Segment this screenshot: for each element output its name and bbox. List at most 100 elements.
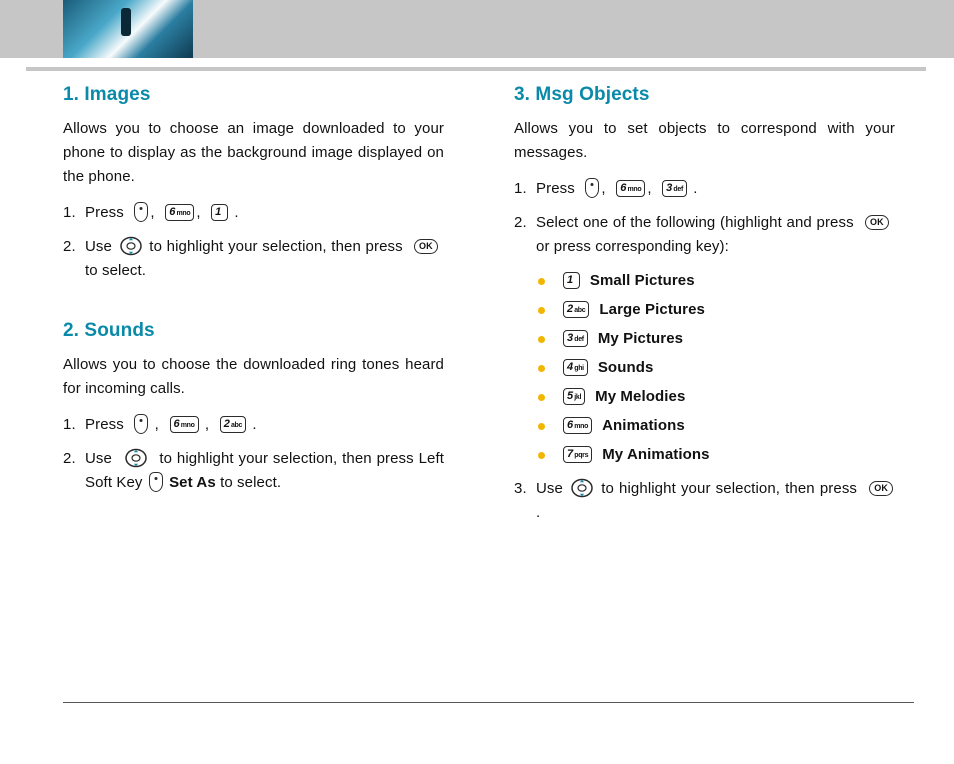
sounds-step-1: 1. Press , 6mno , 2abc . [63,413,444,437]
bullet-icon [538,307,545,314]
images-step-2: 2. Use to highlight your selection, then… [63,235,444,283]
key-3: 3def [563,330,588,347]
msg-step-3: 3. Use to highlight your selection, then… [514,477,895,525]
step-number: 1. [63,201,85,225]
period: . [234,204,238,221]
step-body: Press , 6mno, 1 . [85,201,444,225]
option-label: Sounds [598,356,654,380]
manual-page: 1. Images Allows you to choose an image … [0,0,954,764]
press-label: Press [536,180,575,197]
nav-key-icon [125,448,147,468]
left-soft-key-icon [134,414,148,434]
text: or press corresponding key): [536,238,729,255]
msg-step-2: 2. Select one of the following (highligh… [514,211,895,259]
comma: , [155,416,159,433]
section-sounds-title: 2. Sounds [63,319,444,343]
text: to highlight your selection, then press [149,238,402,255]
use-label: Use [85,238,112,255]
key-6: 6mno [563,417,592,434]
bullet-icon [538,278,545,285]
text: to select. [220,474,281,491]
section-sounds-intro: Allows you to choose the downloaded ring… [63,353,444,401]
section-images-title: 1. Images [63,83,444,107]
option-animations: 6mno Animations [538,414,895,438]
comma: , [647,180,651,197]
key-2: 2abc [563,301,589,318]
header-photo [63,0,193,58]
set-as-label: Set As [169,474,216,491]
footer-rule [63,702,914,703]
key-1: 1 [563,272,580,289]
bullet-icon [538,452,545,459]
option-my-pictures: 3def My Pictures [538,327,895,351]
right-column: 3. Msg Objects Allows you to set objects… [514,83,895,535]
step-number: 2. [63,235,85,283]
option-large-pictures: 2abc Large Pictures [538,298,895,322]
step-body: Press , 6mno , 2abc . [85,413,444,437]
press-label: Press [85,204,124,221]
key-5: 5jkl [563,388,585,405]
key-1: 1 [211,204,228,221]
section-msg-intro: Allows you to set objects to correspond … [514,117,895,165]
text: Select one of the following (highlight a… [536,214,854,231]
key-6: 6mno [616,180,645,197]
bullet-icon [538,336,545,343]
option-small-pictures: 1 Small Pictures [538,269,895,293]
key-4: 4ghi [563,359,588,376]
step-number: 1. [514,177,536,201]
option-label: Small Pictures [590,269,695,293]
bullet-icon [538,365,545,372]
header-rule [26,67,926,71]
option-my-animations: 7pqrs My Animations [538,443,895,467]
comma: , [150,204,154,221]
comma: , [196,204,200,221]
option-my-melodies: 5jkl My Melodies [538,385,895,409]
images-step-1: 1. Press , 6mno, 1 . [63,201,444,225]
step-body: Use to highlight your selection, then pr… [536,477,895,525]
option-label: Large Pictures [599,298,705,322]
content-columns: 1. Images Allows you to choose an image … [63,83,895,535]
step-body: Select one of the following (highlight a… [536,211,895,259]
period: . [252,416,256,433]
ok-key-icon: OK [869,481,893,496]
press-label: Press [85,416,124,433]
section-images-intro: Allows you to choose an image downloaded… [63,117,444,189]
option-sounds: 4ghi Sounds [538,356,895,380]
ok-key-icon: OK [414,239,438,254]
nav-key-icon [571,478,593,498]
left-soft-key-icon [585,178,599,198]
key-6: 6mno [170,416,199,433]
left-soft-key-icon [149,472,163,492]
step-number: 2. [514,211,536,259]
option-label: Animations [602,414,685,438]
left-soft-key-icon [134,202,148,222]
step-body: Use to highlight your selection, then pr… [85,235,444,283]
key-6: 6mno [165,204,194,221]
option-label: My Pictures [598,327,683,351]
option-label: My Animations [602,443,709,467]
step-number: 1. [63,413,85,437]
section-msg-title: 3. Msg Objects [514,83,895,107]
msg-options-list: 1 Small Pictures 2abc Large Pictures 3de… [538,269,895,467]
nav-key-icon [120,236,142,256]
key-3: 3def [662,180,687,197]
use-label: Use [85,450,112,467]
step-body: Use to highlight your selection, then pr… [85,447,444,495]
key-7: 7pqrs [563,446,592,463]
use-label: Use [536,480,563,497]
ok-key-icon: OK [865,215,889,230]
period: . [693,180,697,197]
sounds-step-2: 2. Use to highlight your selection, then… [63,447,444,495]
bullet-icon [538,423,545,430]
bullet-icon [538,394,545,401]
comma: , [205,416,209,433]
step-number: 2. [63,447,85,495]
msg-step-1: 1. Press , 6mno, 3def . [514,177,895,201]
text: to highlight your selection, then press [601,480,857,497]
option-label: My Melodies [595,385,685,409]
step-body: Press , 6mno, 3def . [536,177,895,201]
step-number: 3. [514,477,536,525]
comma: , [601,180,605,197]
left-column: 1. Images Allows you to choose an image … [63,83,444,535]
key-2: 2abc [220,416,246,433]
